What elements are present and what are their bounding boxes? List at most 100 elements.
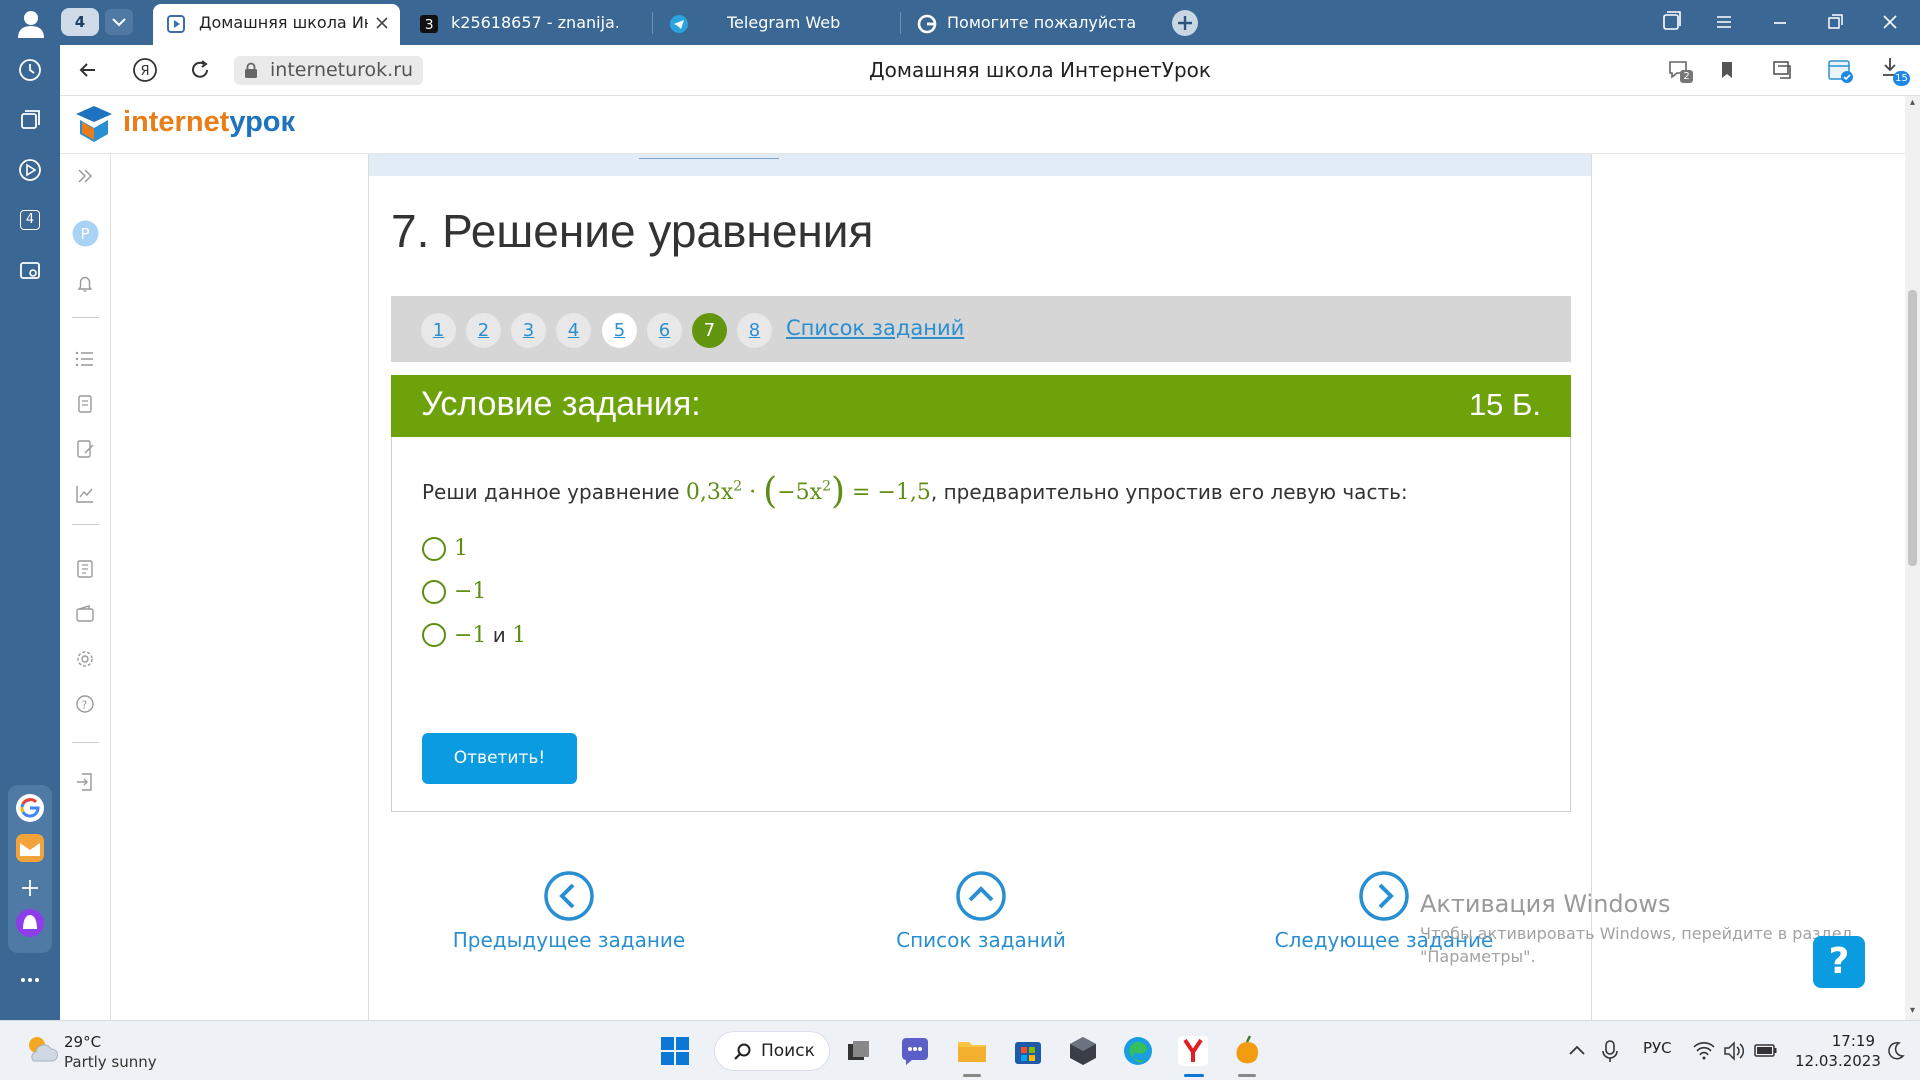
alice-icon[interactable]: [15, 908, 45, 938]
bookmarks-counter-button[interactable]: 2: [1665, 56, 1693, 84]
profile-icon[interactable]: [14, 8, 48, 38]
collections-icon[interactable]: [1656, 8, 1686, 36]
reader-icon[interactable]: [1768, 55, 1798, 85]
more-icon[interactable]: [15, 965, 45, 995]
prev-task-nav[interactable]: Предыдущее задание: [439, 870, 699, 952]
help-circle-icon[interactable]: ?: [73, 692, 97, 716]
partly-sunny-icon[interactable]: [24, 1033, 58, 1065]
mail-icon[interactable]: [15, 833, 45, 863]
tab-telegram[interactable]: Telegram Web: [655, 4, 895, 45]
tab-count-badge[interactable]: 4: [61, 8, 99, 36]
tab-separator: [652, 12, 653, 34]
logout-icon[interactable]: [73, 770, 97, 794]
tab-counter-badge[interactable]: 4: [15, 205, 45, 235]
menu-icon[interactable]: [1709, 8, 1739, 36]
avatar[interactable]: Р: [72, 220, 99, 247]
chevron-up-icon[interactable]: [1565, 1034, 1589, 1068]
expand-chevrons-icon[interactable]: [73, 164, 97, 188]
calendar-extension-button[interactable]: [1825, 55, 1855, 85]
weather-description[interactable]: Partly sunny: [64, 1053, 157, 1071]
back-arrow-icon[interactable]: [73, 55, 103, 85]
task-link-3[interactable]: 3: [511, 313, 546, 348]
wallet-icon[interactable]: [73, 602, 97, 626]
task-link-1[interactable]: 1: [421, 313, 456, 348]
chart-icon[interactable]: [73, 482, 97, 506]
page-scrollbar[interactable]: ▴ ▾: [1905, 96, 1920, 1020]
scrollbar-thumb[interactable]: [1908, 290, 1917, 566]
battery-icon[interactable]: [1752, 1034, 1780, 1068]
logo-book-icon[interactable]: [72, 104, 116, 146]
chevron-up-circle-icon[interactable]: [955, 870, 1007, 922]
system-clock[interactable]: 17:19 12.03.2023: [1795, 1031, 1881, 1071]
restore-icon[interactable]: [1820, 8, 1850, 36]
tab-interneturok[interactable]: Домашняя школа ИнтернетУрок: [153, 4, 400, 45]
google-icon[interactable]: [15, 793, 45, 823]
prev-task-label[interactable]: Предыдущее задание: [439, 928, 699, 952]
task-list-link[interactable]: Список заданий: [786, 316, 964, 340]
downloads-button[interactable]: 15: [1878, 54, 1910, 86]
tabs-icon[interactable]: [15, 105, 45, 135]
browser-sidebar: 4: [0, 45, 60, 1020]
yandex-icon[interactable]: Я: [130, 55, 160, 85]
cube-app-icon[interactable]: [1066, 1034, 1100, 1068]
site-logo[interactable]: internetурок: [123, 106, 295, 139]
task-list-nav[interactable]: Список заданий: [851, 870, 1111, 952]
reload-icon[interactable]: [185, 55, 215, 85]
close-window-icon[interactable]: [1875, 8, 1905, 36]
tab-znanija[interactable]: З k25618657 - znanija.com: [405, 4, 650, 45]
file-explorer-icon[interactable]: [955, 1034, 989, 1068]
svg-text:З: З: [425, 18, 433, 33]
help-button[interactable]: ?: [1813, 936, 1865, 988]
screenshot-icon[interactable]: [15, 255, 45, 285]
play-icon[interactable]: [15, 155, 45, 185]
task-link-5[interactable]: 5: [602, 313, 637, 348]
tab-google[interactable]: Помогите пожалуйста с алгеброй: [903, 4, 1148, 45]
wifi-icon[interactable]: [1692, 1034, 1716, 1068]
taskbar-search[interactable]: Поиск: [714, 1031, 830, 1071]
chevron-left-circle-icon[interactable]: [543, 870, 595, 922]
edit-document-icon[interactable]: [73, 437, 97, 461]
equation: 0,3x2 · (−5x2) = −1,5: [686, 471, 931, 512]
task-link-6[interactable]: 6: [647, 313, 682, 348]
history-icon[interactable]: [15, 55, 45, 85]
yandex-browser-icon[interactable]: [1176, 1034, 1210, 1068]
address-bar: Я interneturok.ru Домашняя школа Интерне…: [60, 45, 1920, 96]
radio-button[interactable]: [422, 623, 446, 647]
chat-app-icon[interactable]: [898, 1034, 932, 1068]
chevron-right-circle-icon[interactable]: [1358, 870, 1410, 922]
store-icon[interactable]: [1011, 1034, 1045, 1068]
weather-temperature[interactable]: 29°C: [64, 1033, 101, 1051]
condition-header: Условие задания: 15 Б.: [391, 375, 1571, 437]
minimize-icon[interactable]: [1765, 8, 1795, 36]
microphone-icon[interactable]: [1598, 1034, 1622, 1068]
task-link-4[interactable]: 4: [556, 313, 591, 348]
list-icon[interactable]: [73, 347, 97, 371]
submit-answer-button[interactable]: Ответить!: [422, 733, 577, 784]
task-view-icon[interactable]: [842, 1034, 876, 1068]
option-label-and: и: [486, 623, 513, 647]
close-icon[interactable]: [374, 15, 390, 31]
scroll-up-arrow-icon[interactable]: ▴: [1908, 98, 1917, 108]
notifications-icon[interactable]: [1884, 1034, 1908, 1068]
new-tab-icon[interactable]: [1171, 9, 1199, 37]
edge-browser-icon[interactable]: [1121, 1034, 1155, 1068]
chevron-down-icon[interactable]: [105, 9, 133, 35]
url-field[interactable]: interneturok.ru: [234, 56, 424, 85]
windows-start-icon[interactable]: [658, 1034, 692, 1068]
task-link-7-current[interactable]: 7: [692, 313, 727, 348]
bookmark-icon[interactable]: [1712, 55, 1742, 85]
add-icon[interactable]: [15, 873, 45, 903]
task-link-8[interactable]: 8: [737, 313, 772, 348]
task-link-2[interactable]: 2: [466, 313, 501, 348]
scroll-down-arrow-icon[interactable]: ▾: [1908, 1006, 1917, 1016]
clipboard-icon[interactable]: [73, 392, 97, 416]
radio-button[interactable]: [422, 537, 446, 561]
gear-icon[interactable]: [73, 647, 97, 671]
bell-icon[interactable]: [73, 272, 97, 296]
fruity-app-icon[interactable]: [1230, 1034, 1264, 1068]
journal-icon[interactable]: [73, 557, 97, 581]
language-indicator[interactable]: РУС: [1643, 1039, 1672, 1057]
task-list-label[interactable]: Список заданий: [851, 928, 1111, 952]
radio-button[interactable]: [422, 580, 446, 604]
volume-icon[interactable]: [1722, 1034, 1746, 1068]
